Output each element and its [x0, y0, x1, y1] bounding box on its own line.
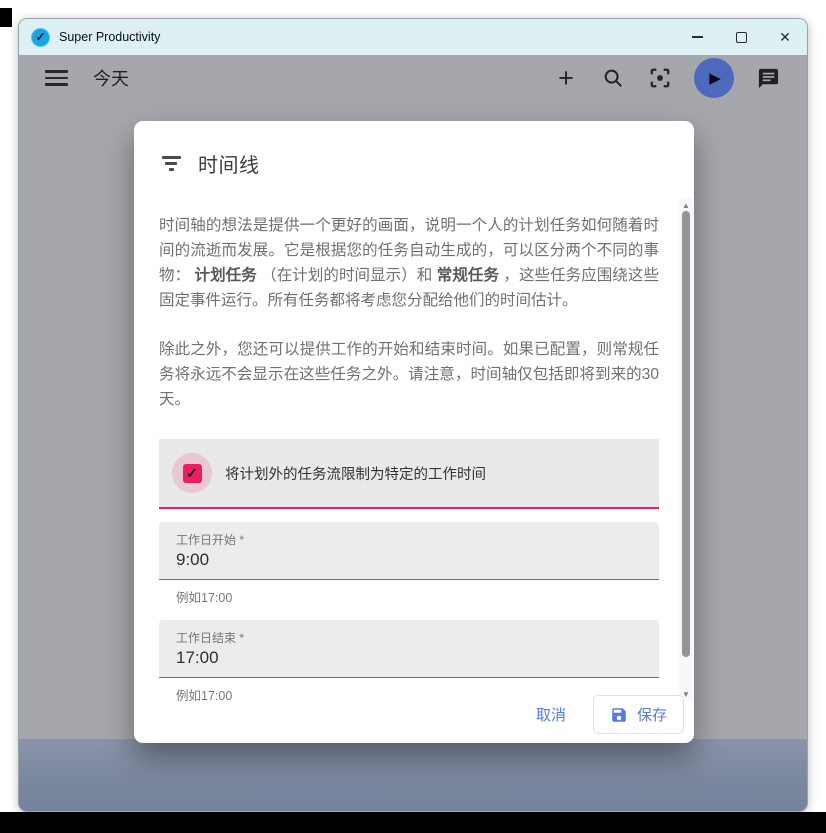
play-button[interactable]: ▶	[694, 58, 734, 98]
screenshot-artifact-bottom	[0, 812, 826, 833]
save-icon	[610, 706, 628, 724]
play-icon: ▶	[709, 69, 721, 87]
paragraph-text: （在计划的时间显示）和	[257, 267, 437, 284]
workday-start-input[interactable]	[176, 550, 636, 570]
checkbox-ripple: ✓	[172, 453, 212, 493]
search-button[interactable]	[600, 65, 626, 91]
close-icon: ✕	[779, 30, 791, 44]
workday-end-field[interactable]: 工作日结束 *	[159, 620, 659, 678]
workday-end-label: 工作日结束 *	[176, 629, 659, 646]
workday-end-input[interactable]	[176, 648, 636, 668]
minimize-button[interactable]	[675, 19, 719, 55]
toolbar-right: + ▶	[553, 58, 781, 98]
comment-icon	[757, 67, 780, 90]
timeline-dialog: 时间线 时间轴的想法是提供一个更好的画面，说明一个人的计划任务如何随着时间的流逝…	[134, 121, 694, 743]
cancel-button[interactable]: 取消	[519, 695, 583, 734]
work-hours-paragraph: 除此之外，您还可以提供工作的开始和结束时间。如果已配置，则常规任务将永远不会显示…	[159, 337, 659, 412]
timeline-filter-icon	[161, 156, 181, 170]
focus-mode-button[interactable]	[647, 65, 673, 91]
search-icon	[602, 67, 624, 89]
focus-mode-icon	[649, 67, 671, 89]
dialog-actions: 取消 保存	[134, 695, 694, 734]
context-title: 今天	[93, 65, 129, 91]
save-button-label: 保存	[637, 704, 667, 725]
notes-panel-button[interactable]	[755, 65, 781, 91]
scrollbar-up-arrow[interactable]: ▲	[679, 198, 693, 212]
app-window: ✓ Super Productivity ✕ 今天 +	[18, 18, 808, 812]
checkbox-label: 将计划外的任务流限制为特定的工作时间	[225, 463, 486, 484]
regular-tasks-term: 常规任务	[437, 267, 499, 284]
titlebar: ✓ Super Productivity ✕	[19, 19, 807, 55]
maximize-icon	[736, 32, 747, 43]
window-title: Super Productivity	[59, 30, 160, 44]
dialog-body: 时间轴的想法是提供一个更好的画面，说明一个人的计划任务如何随着时间的流逝而发展。…	[159, 213, 659, 704]
minimize-icon	[692, 36, 703, 38]
dialog-title: 时间线	[198, 149, 260, 178]
main-toolbar: 今天 +	[19, 55, 807, 101]
dialog-scrollbar[interactable]: ▲ ▼	[679, 198, 693, 701]
bottom-band	[19, 739, 807, 811]
workday-start-label: 工作日开始 *	[176, 531, 659, 548]
menu-button[interactable]	[45, 70, 68, 86]
app-logo-icon: ✓	[31, 28, 50, 47]
maximize-button[interactable]	[719, 19, 763, 55]
save-button[interactable]: 保存	[593, 695, 684, 734]
intro-paragraph: 时间轴的想法是提供一个更好的画面，说明一个人的计划任务如何随着时间的流逝而发展。…	[159, 213, 659, 313]
add-task-button[interactable]: +	[553, 65, 579, 91]
workday-start-field[interactable]: 工作日开始 *	[159, 522, 659, 580]
workday-start-hint: 例如17:00	[176, 587, 659, 606]
scrollbar-thumb[interactable]	[682, 211, 690, 657]
plus-icon: +	[558, 66, 574, 90]
close-button[interactable]: ✕	[763, 19, 807, 55]
checkbox-checked-icon[interactable]: ✓	[183, 464, 202, 483]
restrict-work-hours-checkbox-row[interactable]: ✓ 将计划外的任务流限制为特定的工作时间	[159, 439, 659, 509]
screenshot-artifact-topleft	[0, 8, 12, 27]
scheduled-tasks-term: 计划任务	[195, 267, 257, 284]
dialog-header: 时间线	[134, 121, 694, 178]
